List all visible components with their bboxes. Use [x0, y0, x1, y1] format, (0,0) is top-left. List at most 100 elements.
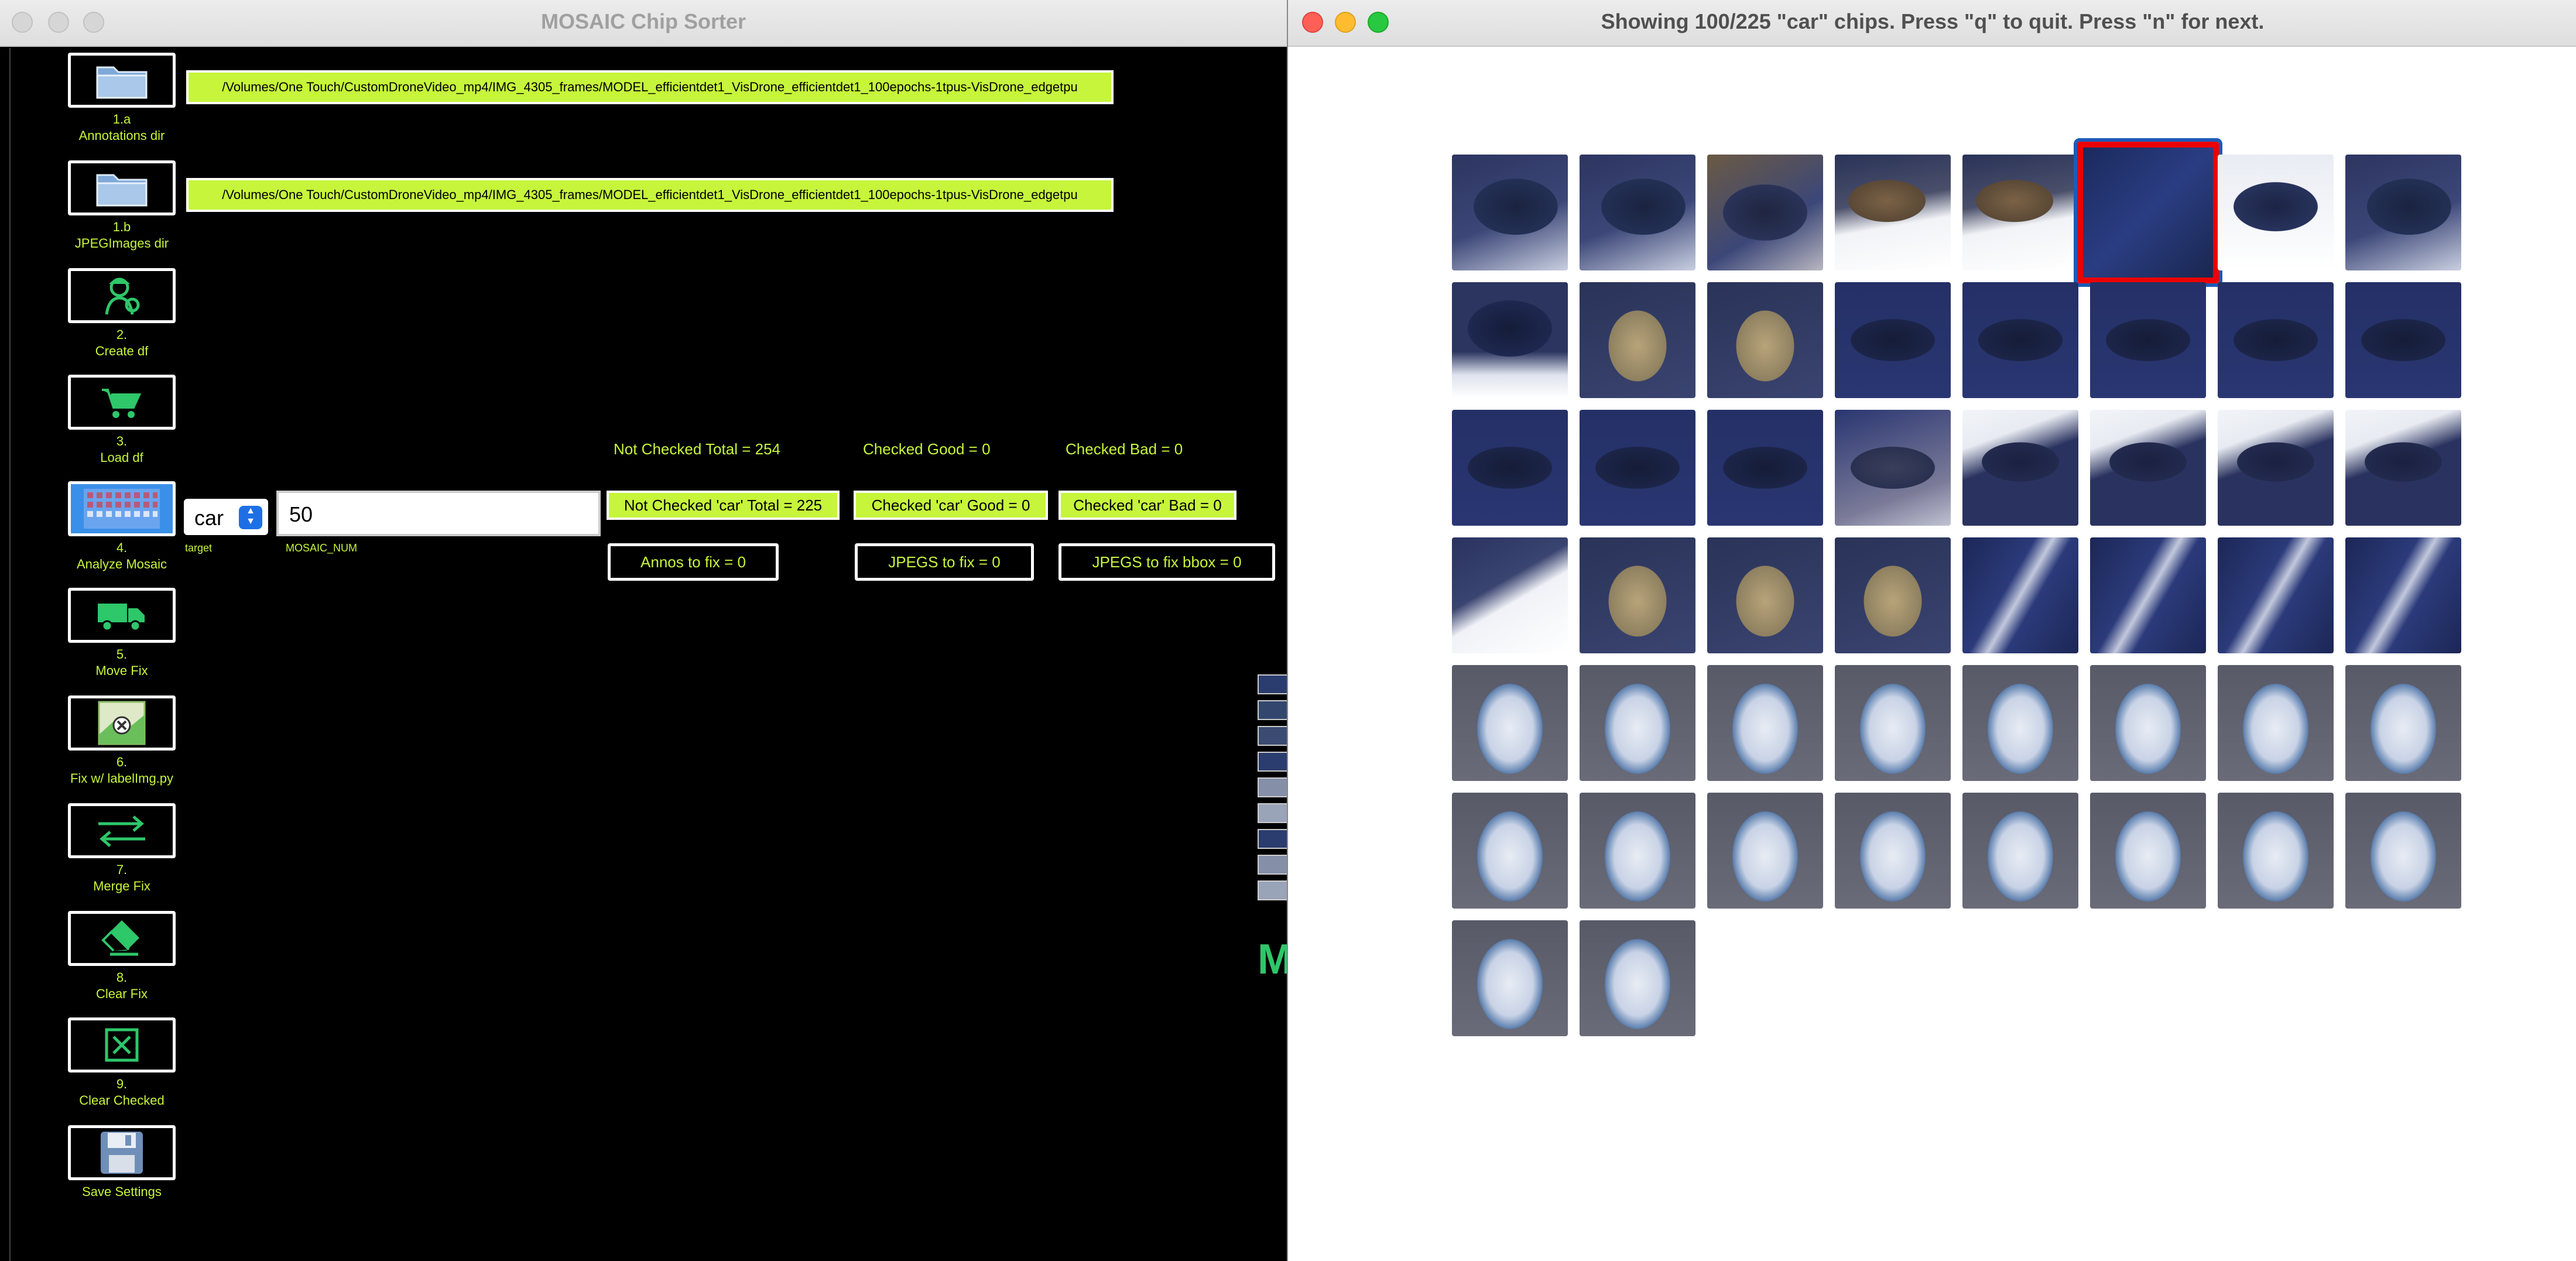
chip-thumbnail[interactable] — [1962, 155, 2078, 270]
not-checked-total: Not Checked Total = 254 — [614, 440, 780, 458]
checked-bad: Checked Bad = 0 — [1066, 440, 1183, 458]
chip-thumbnail[interactable] — [2218, 410, 2334, 526]
chip-thumbnail[interactable] — [1835, 665, 1951, 781]
chip-thumbnail[interactable] — [2345, 665, 2461, 781]
not-checked-car-total: Not Checked 'car' Total = 225 — [607, 491, 840, 520]
analyze-mosaic-button[interactable] — [68, 481, 176, 536]
swap-arrows-icon — [98, 815, 145, 847]
chip-thumbnail[interactable] — [1580, 282, 1695, 398]
chip-thumbnail[interactable] — [1452, 920, 1568, 1036]
chip-mosaic-window: Showing 100/225 "car" chips. Press "q" t… — [1287, 0, 2576, 1261]
chip-thumbnail[interactable] — [1707, 282, 1823, 398]
chip-thumbnail[interactable] — [1580, 793, 1695, 909]
merge-fix-button[interactable] — [68, 803, 176, 858]
chip-thumbnail[interactable] — [2218, 793, 2334, 909]
mosaic-window-title: Showing 100/225 "car" chips. Press "q" t… — [1601, 9, 2265, 33]
chip-thumbnail[interactable] — [2345, 410, 2461, 526]
annotations-dir-button[interactable] — [68, 53, 176, 108]
chip-thumbnail[interactable] — [1580, 537, 1695, 653]
clear-fix-button[interactable] — [68, 911, 176, 966]
chip-thumbnail[interactable] — [1452, 665, 1568, 781]
target-select[interactable]: car ▲ ▼ — [184, 499, 268, 535]
chip-thumbnail[interactable] — [1707, 793, 1823, 909]
chip-sorter-window: MOSAIC Chip Sorter /Volumes/One Touch/Cu… — [0, 0, 1288, 1261]
worker-icon — [105, 277, 140, 315]
folder-icon — [96, 66, 148, 99]
chip-thumbnail[interactable] — [1452, 410, 1568, 526]
save-settings-button[interactable] — [68, 1125, 176, 1180]
chip-thumbnail[interactable] — [1707, 537, 1823, 653]
merge-fix-label: 7. Merge Fix — [93, 862, 150, 893]
chip-thumbnail[interactable] — [1707, 155, 1823, 270]
annotations-path-field[interactable]: /Volumes/One Touch/CustomDroneVideo_mp4/… — [186, 70, 1114, 104]
chevron-updown-icon: ▲ ▼ — [239, 506, 262, 529]
chip-thumbnail[interactable] — [1962, 665, 2078, 781]
chip-thumbnail[interactable] — [1452, 793, 1568, 909]
clear-checked-button[interactable] — [68, 1017, 176, 1072]
chip-thumbnail[interactable] — [1452, 537, 1568, 653]
chip-thumbnail[interactable] — [1835, 793, 1951, 909]
chip-thumbnail[interactable] — [2218, 537, 2334, 653]
mosaic-num-value: 50 — [289, 502, 313, 526]
chip-thumbnail[interactable] — [1835, 410, 1951, 526]
chip-thumbnail[interactable] — [2345, 537, 2461, 653]
chip-thumbnail[interactable] — [1452, 282, 1568, 398]
jpegs-to-fix-button[interactable]: JPEGS to fix = 0 — [855, 543, 1034, 581]
mosaic-num-input[interactable]: 50 — [276, 491, 601, 536]
chip-thumbnail[interactable] — [2345, 793, 2461, 909]
folder-icon — [96, 174, 148, 207]
chip-thumbnail[interactable] — [2345, 155, 2461, 270]
move-fix-button[interactable] — [68, 588, 176, 643]
chip-thumbnail[interactable] — [2218, 665, 2334, 781]
left-title-bar: MOSAIC Chip Sorter — [0, 0, 1287, 47]
chip-mosaic-grid — [1288, 47, 2576, 1261]
chip-thumbnail[interactable] — [1580, 155, 1695, 270]
chip-thumbnail[interactable] — [1707, 410, 1823, 526]
chip-thumbnail[interactable] — [2090, 410, 2206, 526]
jpeg-path-field[interactable]: /Volumes/One Touch/CustomDroneVideo_mp4/… — [186, 178, 1114, 212]
chip-thumbnail[interactable] — [1835, 282, 1951, 398]
chip-thumbnail[interactable] — [1452, 155, 1568, 270]
chip-thumbnail[interactable] — [1580, 920, 1695, 1036]
target-label: target — [185, 542, 213, 554]
chip-thumbnail[interactable] — [2090, 537, 2206, 653]
chip-thumbnail[interactable] — [1962, 793, 2078, 909]
move-fix-label: 5. Move Fix — [95, 647, 148, 678]
clear-fix-label: 8. Clear Fix — [95, 970, 148, 1001]
create-df-button[interactable] — [68, 268, 176, 323]
chip-thumbnail[interactable] — [2218, 155, 2334, 270]
chip-thumbnail[interactable] — [2090, 793, 2206, 909]
fix-labelimg-label: 6. Fix w/ labelImg.py — [70, 755, 174, 786]
chip-thumbnail[interactable] — [1835, 155, 1951, 270]
annos-to-fix-button[interactable]: Annos to fix = 0 — [608, 543, 779, 581]
checked-good: Checked Good = 0 — [863, 440, 991, 458]
chip-thumbnail[interactable] — [2218, 282, 2334, 398]
jpegimages-dir-button[interactable] — [68, 160, 176, 215]
checked-car-good: Checked 'car' Good = 0 — [854, 491, 1048, 520]
selected-chip-thumbnail[interactable] — [2074, 138, 2222, 287]
jpegimages-dir-label: 1.b JPEGImages dir — [74, 220, 169, 251]
fix-labelimg-button[interactable] — [68, 695, 176, 751]
main-panel: /Volumes/One Touch/CustomDroneVideo_mp4/… — [9, 48, 1288, 1261]
target-select-value: car — [194, 506, 224, 530]
chip-thumbnail[interactable] — [1962, 410, 2078, 526]
chip-thumbnail[interactable] — [2345, 282, 2461, 398]
mosaic-num-label: MOSAIC_NUM — [286, 542, 358, 554]
chip-thumbnail[interactable] — [2090, 665, 2206, 781]
chip-thumbnail[interactable] — [2090, 282, 2206, 398]
load-df-button[interactable] — [68, 375, 176, 430]
chip-thumbnail[interactable] — [1962, 537, 2078, 653]
floppy-icon — [101, 1132, 143, 1174]
chip-thumbnail[interactable] — [1580, 410, 1695, 526]
chip-thumbnail[interactable] — [1580, 665, 1695, 781]
chip-thumbnail[interactable] — [1835, 537, 1951, 653]
edge-letter: M — [1258, 936, 1288, 983]
chip-thumbnail[interactable] — [1707, 665, 1823, 781]
analyze-mosaic-label: 4. Analyze Mosaic — [76, 540, 167, 571]
create-df-label: 2. Create df — [95, 327, 149, 358]
right-title-bar: Showing 100/225 "car" chips. Press "q" t… — [1288, 0, 2576, 47]
chip-thumbnail[interactable] — [1962, 282, 2078, 398]
clear-checked-label: 9. Clear Checked — [79, 1077, 165, 1108]
jpegs-to-fix-bbox-button[interactable]: JPEGS to fix bbox = 0 — [1059, 543, 1275, 581]
mosaic-icon — [84, 489, 160, 529]
